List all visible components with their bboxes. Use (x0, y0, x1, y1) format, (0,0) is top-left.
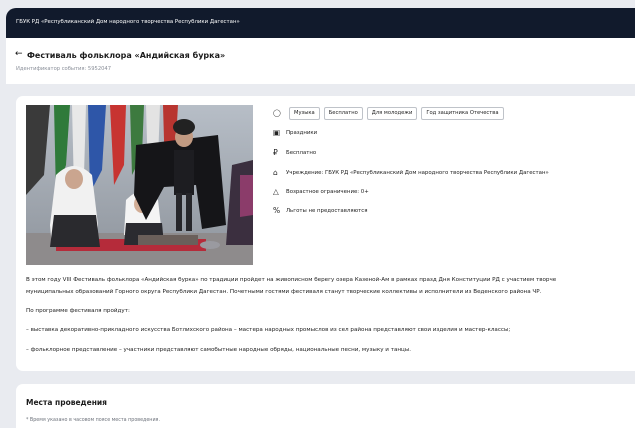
event-card: ◯ Музыка Бесплатно Для молодежи Год защи… (16, 96, 635, 371)
tag-icon: ◯ (273, 109, 281, 117)
percent-icon: % (273, 206, 281, 215)
tag-music[interactable]: Музыка (289, 107, 320, 120)
page-title: Фестиваль фольклора «Андийская бурка» (27, 51, 226, 60)
description-line: По программе фестиваля пройдут: (26, 308, 130, 314)
program-intro: По программе фестиваля пройдут: (26, 306, 635, 318)
detail-benefits: % Льготы не предоставляются (273, 206, 367, 215)
program-item-folklore: – фольклорное представление – участники … (26, 345, 635, 357)
arrow-left-icon[interactable]: ← (15, 49, 23, 59)
tag-defender-year[interactable]: Год защитника Отечества (421, 107, 504, 120)
warning-icon: △ (273, 187, 279, 196)
description-line: – фольклорное представление – участники … (26, 347, 412, 353)
price-text: Бесплатно (286, 149, 317, 156)
description-line: – выставка декоративно-прикладного искус… (26, 327, 511, 333)
detail-institution: ⌂ Учреждение: ГБУК РД «Республиканский Д… (273, 168, 549, 177)
page-header: ← Фестиваль фольклора «Андийская бурка» … (6, 38, 635, 84)
detail-price: ₽ Бесплатно (273, 148, 316, 157)
venues-title: Места проведения (26, 398, 107, 407)
timezone-note: * Время указано в часовом поясе места пр… (26, 418, 160, 423)
program-item-exhibition: – выставка декоративно-прикладного искус… (26, 325, 635, 337)
age-text: Возрастное ограничение: 0+ (286, 188, 369, 195)
organization-name[interactable]: ГБУК РД «Республиканский Дом народного т… (16, 19, 240, 25)
institution-icon: ⌂ (273, 168, 278, 177)
detail-category: ▣ Праздники (273, 128, 317, 137)
institution-text[interactable]: Учреждение: ГБУК РД «Республиканский Дом… (286, 170, 549, 176)
top-bar: ГБУК РД «Республиканский Дом народного т… (6, 8, 635, 38)
description-line: муниципальных образований Горного округа… (26, 288, 542, 295)
description-line: В этом году VIII Фестиваль фольклора «Ан… (26, 277, 557, 283)
description-paragraph: В этом году VIII Фестиваль фольклора «Ан… (26, 275, 635, 298)
event-tags: ◯ Музыка Бесплатно Для молодежи Год защи… (273, 107, 504, 120)
detail-age: △ Возрастное ограничение: 0+ (273, 187, 369, 196)
event-photo (26, 105, 253, 265)
event-id: Идентификатор события: 5952047 (16, 66, 112, 72)
tag-youth[interactable]: Для молодежи (366, 107, 418, 120)
benefits-text: Льготы не предоставляются (286, 207, 368, 214)
tag-free[interactable]: Бесплатно (323, 107, 363, 120)
ruble-icon: ₽ (273, 148, 278, 157)
folder-icon: ▣ (273, 128, 281, 137)
venues-section: Места проведения * Время указано в часов… (16, 384, 635, 428)
category-text: Праздники (286, 129, 318, 136)
